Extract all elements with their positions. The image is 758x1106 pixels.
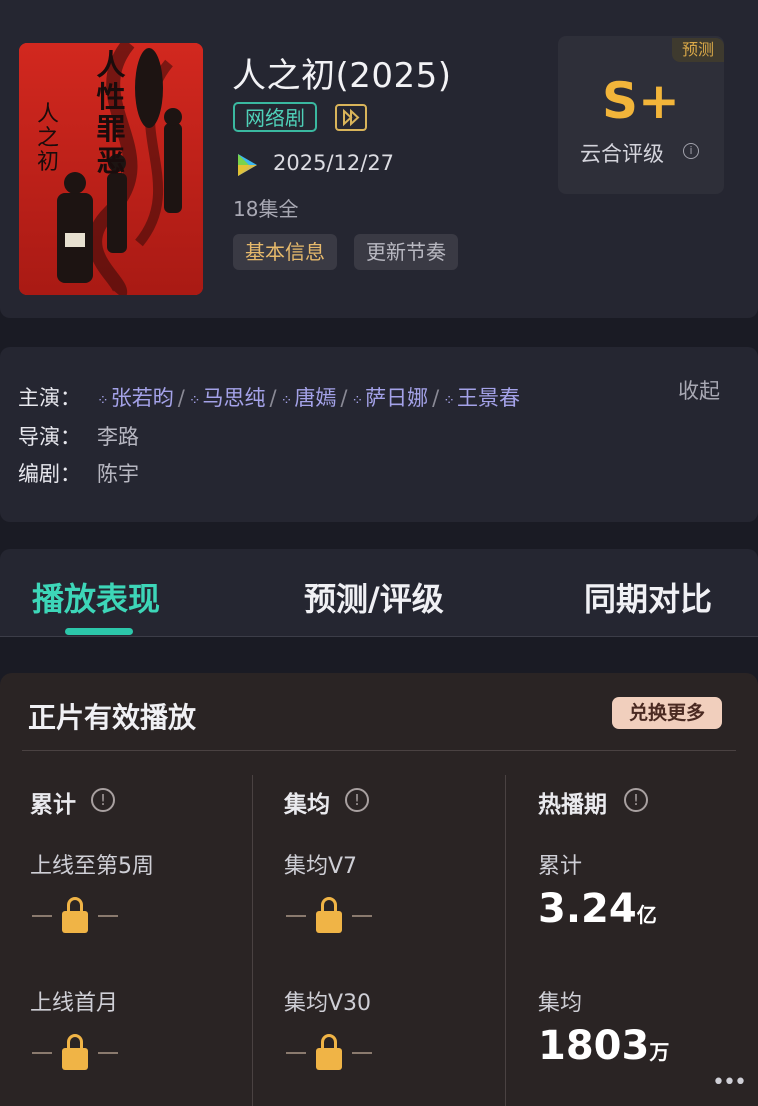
person-icon: ⁘ (351, 393, 364, 409)
update-rhythm-chip[interactable]: 更新节奏 (354, 234, 458, 270)
release-date: 2025/12/27 (273, 151, 395, 175)
metric-label: 上线首月 (30, 991, 119, 1016)
cast-member[interactable]: ⁘张若昀 (97, 386, 174, 410)
tab-prediction-rating[interactable]: 预测/评级 (304, 574, 444, 620)
column-header-episode-avg: 集均 (284, 792, 330, 818)
redeem-more-button[interactable]: 兑换更多 (612, 697, 722, 729)
metric-label: 集均V30 (284, 991, 372, 1016)
video-platform-icon (235, 152, 259, 178)
metric-label: 集均 (538, 991, 583, 1016)
person-icon: ⁘ (443, 393, 455, 409)
metric-label: 上线至第5周 (30, 854, 154, 879)
writer-name: 陈宇 (97, 462, 139, 486)
director-name: 李路 (97, 425, 139, 449)
episode-count: 18集全 (233, 197, 299, 221)
lock-icon (316, 911, 342, 933)
info-icon[interactable]: ! (345, 788, 369, 812)
more-dots-icon[interactable]: ••• (712, 1070, 747, 1095)
tab-play-performance[interactable]: 播放表现 (32, 574, 160, 620)
cast-member[interactable]: ⁘王景春 (443, 386, 520, 410)
type-tag: 网络剧 (233, 102, 317, 132)
column-header-cumulative: 累计 (30, 792, 76, 818)
tab-period-comparison[interactable]: 同期对比 (584, 574, 712, 620)
active-tab-indicator (65, 628, 133, 635)
locked-value[interactable] (32, 1034, 120, 1074)
locked-value[interactable] (286, 897, 374, 937)
stats-divider (22, 750, 736, 751)
lock-icon (62, 1048, 88, 1070)
metric-label: 集均V7 (284, 854, 358, 879)
lock-icon (62, 911, 88, 933)
director-label: 导演： (18, 425, 81, 449)
info-icon[interactable]: ! (91, 788, 115, 812)
show-title: 人之初(2025) (232, 56, 452, 96)
cast-label: 主演： (18, 386, 81, 410)
rating-grade: S+ (602, 72, 680, 130)
predict-badge: 预测 (672, 38, 724, 62)
person-icon: ⁘ (97, 393, 109, 409)
rating-label: 云合评级 (580, 142, 664, 166)
info-icon[interactable]: ! (624, 788, 648, 812)
basic-info-chip[interactable]: 基本信息 (233, 234, 337, 270)
collapse-button[interactable]: 收起 (678, 375, 720, 405)
person-icon: ⁘ (280, 393, 293, 409)
cast-member[interactable]: ⁘唐嫣 (281, 386, 337, 410)
fast-forward-icon[interactable] (335, 104, 367, 131)
column-header-hot-period: 热播期 (538, 792, 607, 818)
tab-divider (0, 636, 758, 637)
poster-title: 人性罪恶 (96, 48, 126, 178)
cast-member[interactable]: ⁘萨日娜 (351, 386, 428, 410)
info-icon[interactable]: i (683, 143, 699, 159)
stats-title: 正片有效播放 (28, 701, 197, 734)
lock-icon (316, 1048, 342, 1070)
locked-value[interactable] (32, 897, 120, 937)
writer-label: 编剧： (18, 462, 81, 486)
poster-image[interactable]: 人性罪恶 人之初 (19, 43, 203, 295)
poster-calligraphy: 人之初 (37, 102, 60, 175)
column-divider (505, 775, 506, 1106)
metric-value: 3.24亿 (538, 886, 657, 932)
metric-value: 1803万 (538, 1023, 670, 1069)
column-divider (252, 775, 253, 1106)
metric-label: 累计 (538, 854, 583, 879)
person-icon: ⁘ (188, 393, 201, 409)
cast-member[interactable]: ⁘马思纯 (189, 386, 266, 410)
cast-list: ⁘张若昀 / ⁘马思纯 / ⁘唐嫣 / ⁘萨日娜 / ⁘王景春 (97, 386, 520, 410)
locked-value[interactable] (286, 1034, 374, 1074)
